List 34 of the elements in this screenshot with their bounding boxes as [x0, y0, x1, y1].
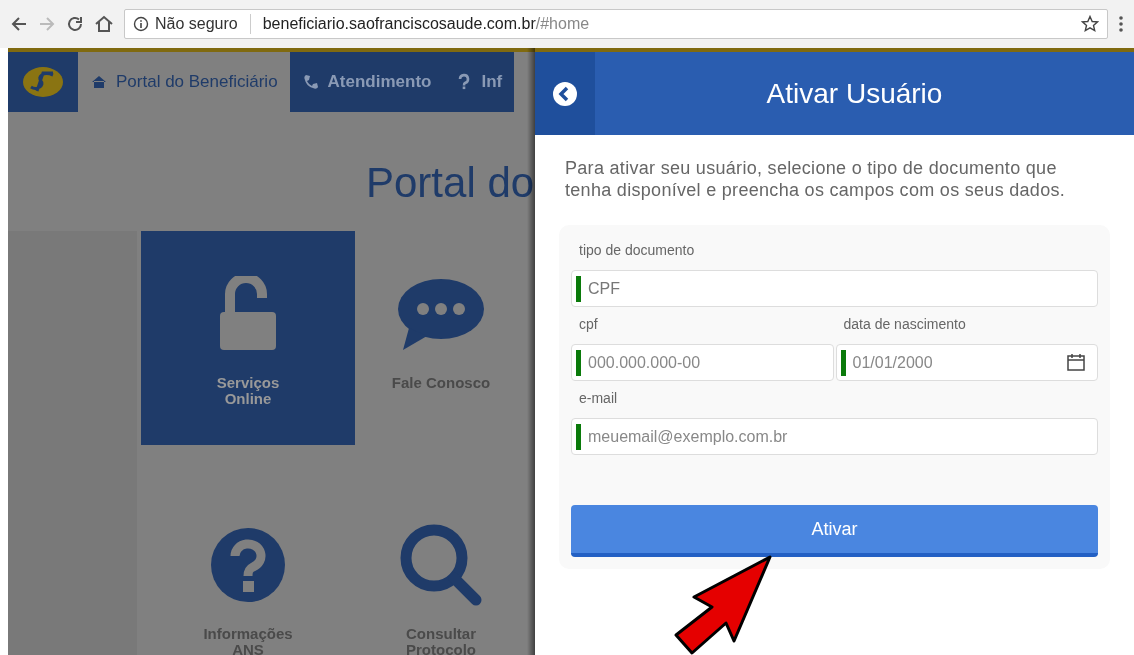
unlocked-padlock-icon: [218, 276, 278, 352]
logo-icon[interactable]: [8, 52, 78, 112]
home-icon: [90, 73, 108, 91]
speech-bubble-icon: [397, 278, 485, 350]
panel-title: Ativar Usuário: [765, 76, 944, 111]
back-icon[interactable]: [10, 15, 28, 33]
nav-tab[interactable]: Inf: [443, 52, 515, 112]
phone-icon: [301, 73, 320, 91]
field-label: e-mail: [578, 388, 619, 408]
info-icon[interactable]: [133, 16, 149, 32]
question-icon: [211, 528, 285, 602]
field-label: tipo de documento: [578, 240, 696, 260]
home-icon[interactable]: [94, 15, 114, 33]
calendar-icon[interactable]: [1066, 352, 1086, 372]
field-label: data de nascimento: [842, 314, 967, 334]
document-type-select[interactable]: CPF: [571, 270, 1098, 307]
address-bar[interactable]: Não seguro beneficiario.saofranciscosaude.com.br/#home: [124, 9, 1108, 39]
star-icon[interactable]: [1081, 15, 1099, 33]
reload-icon[interactable]: [66, 15, 84, 33]
activate-button[interactable]: Ativar: [571, 505, 1098, 557]
menu-tile[interactable]: Serviços Online: [141, 231, 355, 445]
date-field[interactable]: 01/01/2000: [835, 344, 1098, 381]
input-field[interactable]: 000.000.000-00: [571, 344, 834, 381]
security-label: Não seguro: [155, 14, 238, 34]
input-field[interactable]: meuemail@exemplo.com.br: [571, 418, 1098, 455]
nav-tab[interactable]: Atendimento: [289, 52, 444, 112]
back-button[interactable]: [535, 52, 595, 135]
intro-text: Para ativar seu usuário, selecione o tipo de documento que tenha disponível e preencha os campos com os seus dados.: [565, 157, 1067, 201]
chevron-left-icon: [552, 80, 578, 107]
field-label: cpf: [578, 314, 599, 334]
search-icon: [400, 524, 482, 606]
page-heading: Portal do: [366, 159, 535, 206]
url-text: beneficiario.saofranciscosaude.com.br/#home: [262, 14, 590, 34]
menu-icon[interactable]: [1118, 15, 1124, 33]
